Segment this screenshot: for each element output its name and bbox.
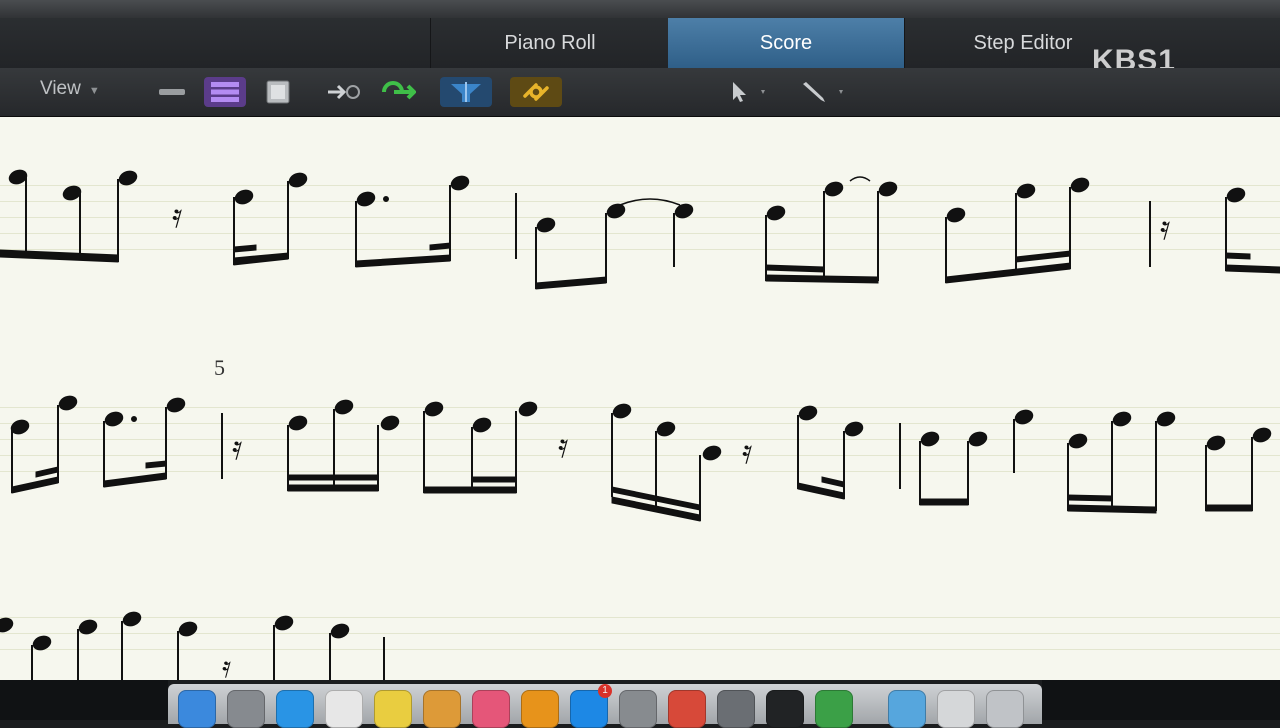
svg-text:𝄿: 𝄿 bbox=[1160, 208, 1170, 248]
catch-green-icon bbox=[382, 81, 416, 100]
note-group bbox=[1205, 427, 1272, 512]
note-group bbox=[611, 403, 722, 522]
trash-icon[interactable] bbox=[986, 690, 1024, 728]
mac-dock: 1 bbox=[168, 684, 1042, 728]
system-preferences-icon[interactable] bbox=[619, 690, 657, 728]
note-group bbox=[0, 611, 198, 680]
note-group bbox=[423, 401, 538, 494]
note-group bbox=[233, 172, 308, 266]
note-group bbox=[103, 397, 186, 488]
score-notation: 𝄿 𝄿 𝄿 𝄿 𝄿 𝄿 bbox=[0, 169, 1280, 680]
filter-blue-icon bbox=[451, 82, 481, 102]
safari-icon[interactable] bbox=[276, 690, 314, 728]
pointer-tool-menu[interactable] bbox=[722, 77, 772, 107]
photos-icon[interactable] bbox=[423, 690, 461, 728]
midi-out-icon bbox=[328, 84, 360, 100]
catch-button[interactable] bbox=[376, 77, 420, 107]
note-group bbox=[355, 175, 470, 268]
chrome-icon[interactable] bbox=[668, 690, 706, 728]
pointer-tool-icon bbox=[733, 82, 765, 102]
window-top-strip bbox=[0, 0, 1280, 20]
notes-icon[interactable] bbox=[374, 690, 412, 728]
collapse-button[interactable] bbox=[155, 77, 189, 107]
finder-icon[interactable] bbox=[178, 690, 216, 728]
note-group bbox=[945, 177, 1090, 284]
note-group bbox=[765, 176, 898, 284]
filter-button[interactable] bbox=[440, 77, 492, 107]
pencil-tool-icon bbox=[803, 82, 843, 102]
tab-score[interactable]: Score bbox=[668, 18, 904, 68]
note-group bbox=[287, 399, 400, 492]
tab-separator bbox=[430, 18, 431, 68]
score-canvas[interactable]: 5 𝄿 𝄿 𝄿 𝄿 𝄿 𝄿 bbox=[0, 117, 1280, 680]
folder-icon[interactable] bbox=[888, 690, 926, 728]
page-view-button[interactable] bbox=[262, 77, 294, 107]
note-group bbox=[273, 615, 350, 680]
desktop-edge bbox=[0, 680, 168, 720]
launchpad-icon[interactable] bbox=[227, 690, 265, 728]
note-group bbox=[10, 395, 78, 494]
link-yellow-icon bbox=[523, 83, 549, 101]
layout-button[interactable] bbox=[204, 77, 246, 107]
activity-monitor-icon[interactable] bbox=[815, 690, 853, 728]
note-group bbox=[0, 169, 138, 263]
svg-text:𝄿: 𝄿 bbox=[172, 196, 182, 236]
chevron-down-icon: ▼ bbox=[88, 85, 100, 97]
view-menu-label: View bbox=[40, 78, 81, 99]
note-group bbox=[797, 405, 864, 500]
downloads-icon[interactable] bbox=[937, 690, 975, 728]
note-group bbox=[535, 198, 694, 290]
link-button[interactable] bbox=[510, 77, 562, 107]
editor-tab-bar: Piano Roll Score Step Editor bbox=[0, 18, 1280, 69]
midi-out-button[interactable] bbox=[322, 77, 366, 107]
itunes-icon[interactable] bbox=[472, 690, 510, 728]
svg-text:𝄿: 𝄿 bbox=[742, 432, 752, 472]
layout-purple-icon bbox=[211, 82, 239, 102]
svg-text:𝄿: 𝄿 bbox=[222, 650, 231, 680]
pencil-tool-menu[interactable] bbox=[794, 77, 850, 107]
svg-text:𝄿: 𝄿 bbox=[232, 428, 242, 468]
svg-text:𝄿: 𝄿 bbox=[558, 426, 568, 466]
preview-icon[interactable] bbox=[717, 690, 755, 728]
tab-piano-roll[interactable]: Piano Roll bbox=[432, 18, 668, 68]
terminal-icon[interactable] bbox=[766, 690, 804, 728]
calendar-icon[interactable] bbox=[325, 690, 363, 728]
collapse-icon bbox=[159, 89, 185, 95]
desktop-edge bbox=[1042, 680, 1280, 720]
page-view-icon bbox=[266, 80, 290, 104]
score-toolbar: View ▼ bbox=[0, 68, 1280, 117]
note-group bbox=[919, 409, 1034, 506]
note-group bbox=[1067, 411, 1176, 514]
note-group bbox=[1225, 187, 1280, 274]
app-store-icon[interactable]: 1 bbox=[570, 684, 612, 728]
notification-badge: 1 bbox=[598, 684, 612, 698]
ibooks-icon[interactable] bbox=[521, 690, 559, 728]
view-menu[interactable]: View ▼ bbox=[40, 78, 100, 100]
